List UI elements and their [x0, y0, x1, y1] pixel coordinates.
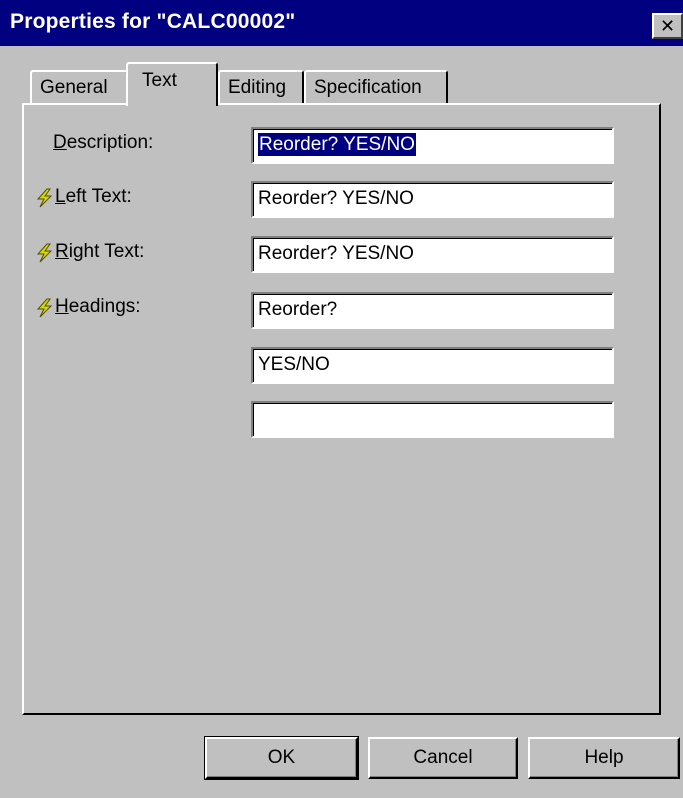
tab-text-label: Text — [142, 70, 177, 91]
left-text-value: Reorder? YES/NO — [258, 188, 414, 209]
headings-label: Headings: — [55, 296, 141, 317]
ok-button[interactable]: OK — [204, 736, 359, 780]
description-value: Reorder? YES/NO — [258, 133, 416, 156]
tab-text[interactable]: Text — [126, 62, 218, 106]
tab-editing[interactable]: Editing — [218, 70, 304, 104]
properties-dialog: Properties for "CALC00002" ✕ General Tex… — [0, 0, 683, 798]
right-text-label: Right Text: — [55, 241, 145, 262]
left-text-field[interactable]: Reorder? YES/NO — [251, 181, 614, 218]
tab-specification[interactable]: Specification — [304, 70, 448, 104]
headings-value-2: YES/NO — [258, 354, 330, 375]
headings-field-1[interactable]: Reorder? — [251, 292, 614, 329]
headings-field-2[interactable]: YES/NO — [251, 347, 614, 384]
headings-field-3[interactable] — [251, 401, 614, 438]
close-button[interactable]: ✕ — [652, 13, 683, 39]
headings-value-1: Reorder? — [258, 299, 338, 320]
ok-button-label: OK — [267, 747, 296, 768]
lightning-icon — [36, 188, 53, 208]
lightning-icon — [36, 243, 53, 263]
help-button-label: Help — [584, 747, 624, 768]
help-button[interactable]: Help — [528, 737, 680, 779]
cancel-button[interactable]: Cancel — [368, 737, 518, 779]
tab-general-label: General — [40, 77, 108, 98]
dialog-title: Properties for "CALC00002" — [10, 10, 296, 33]
lightning-icon — [36, 298, 53, 318]
right-text-field[interactable]: Reorder? YES/NO — [251, 236, 614, 273]
cancel-button-label: Cancel — [413, 747, 473, 768]
tab-editing-label: Editing — [228, 77, 287, 98]
tab-general[interactable]: General — [30, 70, 128, 104]
title-bar[interactable]: Properties for "CALC00002" ✕ — [0, 0, 683, 46]
right-text-value: Reorder? YES/NO — [258, 243, 414, 264]
left-text-label: Left Text: — [55, 186, 132, 207]
description-label: Description: — [53, 132, 154, 153]
tab-specification-label: Specification — [314, 77, 422, 98]
description-field[interactable]: Reorder? YES/NO — [251, 127, 614, 164]
close-icon: ✕ — [659, 16, 676, 36]
